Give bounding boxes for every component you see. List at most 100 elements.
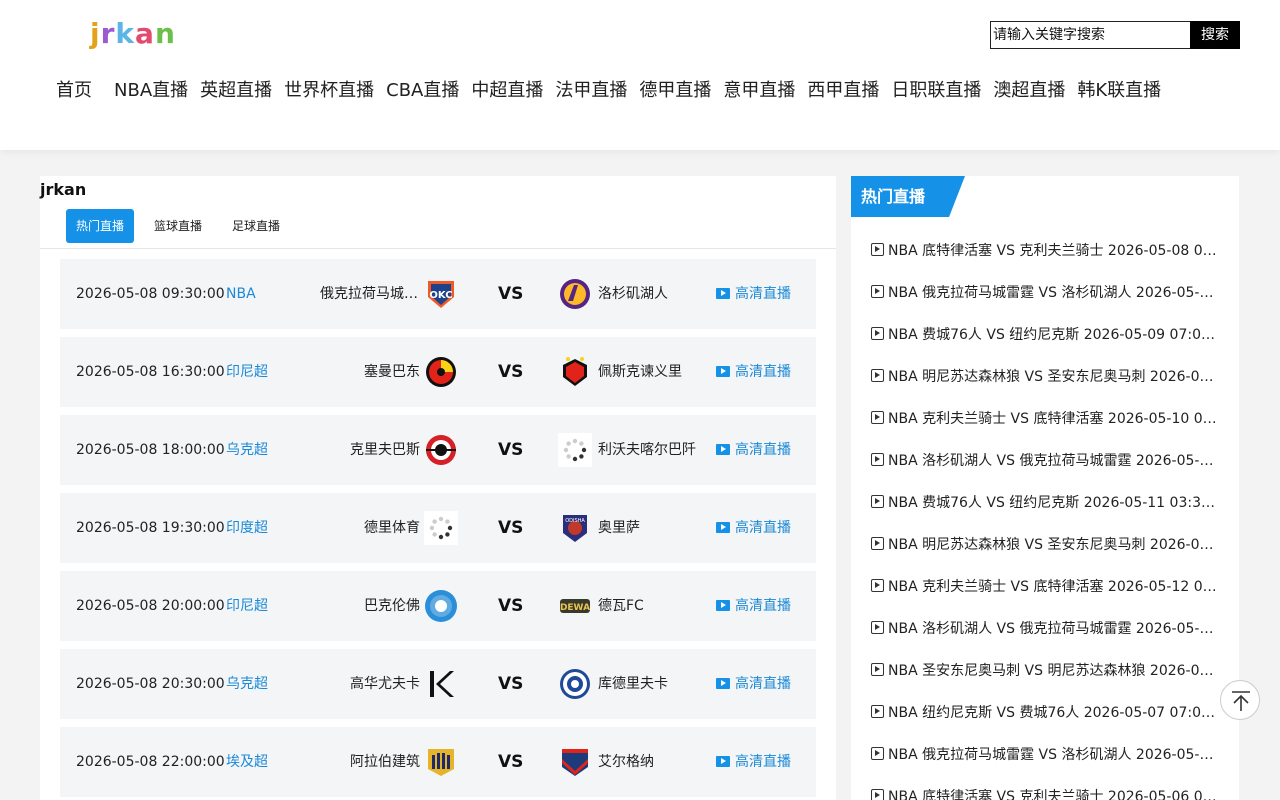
tab-1[interactable]: 篮球直播 (144, 209, 212, 243)
home-team-logo (424, 511, 458, 545)
sidebar-live-item[interactable]: NBA 洛杉矶湖人 VS 俄克拉荷马城雷霆 2026-05-10 08:30:0… (871, 451, 1221, 471)
panel-title: jrkan (40, 180, 87, 199)
hd-live-link[interactable]: 高清直播 (716, 571, 791, 641)
home-team-name: 克里夫巴斯 (350, 442, 420, 458)
away-team-logo (558, 433, 592, 467)
sidebar-item-label: NBA 克利夫兰骑士 VS 底特律活塞 2026-05-12 08:00:00 (888, 579, 1221, 595)
sidebar-live-item[interactable]: NBA 洛杉矶湖人 VS 俄克拉荷马城雷霆 2026-05-12 10:30:0… (871, 619, 1221, 639)
sidebar-item-label: NBA 费城76人 VS 纽约尼克斯 2026-05-11 03:30:00 (888, 495, 1221, 511)
sidebar-live-item[interactable]: NBA 费城76人 VS 纽约尼克斯 2026-05-09 07:00:00 (871, 325, 1221, 345)
play-icon (871, 285, 884, 298)
away-team-logo (558, 277, 592, 311)
sidebar-live-item[interactable]: NBA 纽约尼克斯 VS 费城76人 2026-05-07 07:00:00 (871, 703, 1221, 723)
match-row[interactable]: 2026-05-08 18:00:00 乌克超 克里夫巴斯 VS 利沃夫喀尔巴阡 高清直播 (60, 415, 816, 485)
match-league-link[interactable]: 印尼超 (226, 571, 268, 641)
sidebar-item-label: NBA 俄克拉荷马城雷霆 VS 洛杉矶湖人 2026-05-08 09:30:0… (888, 285, 1221, 301)
match-league-link[interactable]: 印度超 (226, 493, 268, 563)
vs-label: VS (498, 752, 524, 772)
sidebar-item-label: NBA 明尼苏达森林狼 VS 圣安东尼奥马刺 2026-05-09 09:30:… (888, 369, 1221, 385)
tab-0[interactable]: 热门直播 (66, 209, 135, 243)
away-team-name: 德瓦FC (598, 598, 644, 614)
nav-item-11[interactable]: 澳超直播 (993, 78, 1065, 104)
home-team-logo (424, 745, 458, 779)
match-list-panel: jrkan 热门直播 篮球直播 足球直播 2026-05-08 09:30:00 NB… (40, 176, 836, 800)
sidebar-live-item[interactable]: NBA 俄克拉荷马城雷霆 VS 洛杉矶湖人 2026-05-08 09:30:0… (871, 283, 1221, 303)
match-league-link[interactable]: 印尼超 (226, 337, 268, 407)
match-league-link[interactable]: 乌克超 (226, 649, 268, 719)
home-team-logo (424, 355, 458, 389)
nav-item-7[interactable]: 德甲直播 (639, 78, 711, 104)
search-input[interactable]: 请输入关键字搜索 (990, 21, 1190, 49)
away-team-name: 佩斯克谏义里 (598, 364, 682, 380)
sidebar-header: 热门直播 (851, 176, 965, 217)
away-team-name: 奥里萨 (598, 520, 640, 536)
sidebar-live-item[interactable]: NBA 俄克拉荷马城雷霆 VS 洛杉矶湖人 2026-05-06 09:30:0… (871, 745, 1221, 765)
hd-live-link[interactable]: 高清直播 (716, 493, 791, 563)
match-league-link[interactable]: NBA (226, 259, 256, 329)
away-team-logo: DEWA (558, 589, 592, 623)
play-icon (871, 243, 884, 256)
hd-live-link[interactable]: 高清直播 (716, 337, 791, 407)
search-button[interactable]: 搜索 (1190, 21, 1240, 49)
nav-item-6[interactable]: 法甲直播 (555, 78, 627, 104)
sidebar-live-item[interactable]: NBA 费城76人 VS 纽约尼克斯 2026-05-11 03:30:00 (871, 493, 1221, 513)
hd-live-link[interactable]: 高清直播 (716, 727, 791, 797)
vs-label: VS (498, 596, 524, 616)
nav-item-0[interactable]: 首页 (56, 78, 92, 104)
play-icon (716, 678, 730, 689)
sidebar-live-item[interactable]: NBA 克利夫兰骑士 VS 底特律活塞 2026-05-10 03:00:00 (871, 409, 1221, 429)
hd-live-label: 高清直播 (735, 754, 791, 770)
match-row[interactable]: 2026-05-08 16:30:00 印尼超 塞曼巴东 VS 佩斯克谏义里 高清直播 (60, 337, 816, 407)
svg-text:OKC: OKC (429, 290, 452, 301)
nav-item-4[interactable]: CBA直播 (386, 78, 459, 104)
vs-label: VS (498, 674, 524, 694)
hd-live-link[interactable]: 高清直播 (716, 649, 791, 719)
sidebar-live-item[interactable]: NBA 克利夫兰骑士 VS 底特律活塞 2026-05-12 08:00:00 (871, 577, 1221, 597)
play-icon (716, 366, 730, 377)
match-row[interactable]: 2026-05-08 20:30:00 乌克超 高华尤夫卡 VS 库德里夫卡 高清直播 (60, 649, 816, 719)
hd-live-link[interactable]: 高清直播 (716, 259, 791, 329)
home-team-logo (424, 589, 458, 623)
sidebar-live-item[interactable]: NBA 明尼苏达森林狼 VS 圣安东尼奥马刺 2026-05-11 09:00:… (871, 535, 1221, 555)
match-row[interactable]: 2026-05-08 19:30:00 印度超 德里体育 VS ODISHA 奥里萨 高清直… (60, 493, 816, 563)
site-logo[interactable]: jrkan (90, 18, 176, 50)
play-icon (871, 705, 884, 718)
nav-item-12[interactable]: 韩K联直播 (1077, 78, 1161, 104)
play-icon (871, 621, 884, 634)
match-row[interactable]: 2026-05-08 20:00:00 印尼超 巴克伦佛 VS DEWA 德瓦FC 高清直播 (60, 571, 816, 641)
match-league-link[interactable]: 乌克超 (226, 415, 268, 485)
nav-item-3[interactable]: 世界杯直播 (284, 78, 374, 104)
svg-text:DEWA: DEWA (560, 603, 590, 613)
sidebar-live-item[interactable]: NBA 明尼苏达森林狼 VS 圣安东尼奥马刺 2026-05-09 09:30:… (871, 367, 1221, 387)
match-row[interactable]: 2026-05-08 22:00:00 埃及超 阿拉伯建筑 VS 艾尔格纳 高清直播 (60, 727, 816, 797)
match-league-link[interactable]: 埃及超 (226, 727, 268, 797)
nav-item-9[interactable]: 西甲直播 (807, 78, 879, 104)
nav-item-1[interactable]: NBA直播 (114, 78, 188, 104)
match-time: 2026-05-08 19:30:00 (76, 520, 225, 536)
sidebar-live-item[interactable]: NBA 圣安东尼奥马刺 VS 明尼苏达森林狼 2026-05-13 09:30:… (871, 661, 1221, 681)
match-time: 2026-05-08 20:30:00 (76, 676, 225, 692)
hd-live-label: 高清直播 (735, 286, 791, 302)
nav-item-2[interactable]: 英超直播 (200, 78, 272, 104)
sidebar-item-label: NBA 底特律活塞 VS 克利夫兰骑士 2026-05-06 07:00:00 (888, 789, 1221, 800)
nav-item-10[interactable]: 日职联直播 (891, 78, 981, 104)
match-row[interactable]: 2026-05-08 09:30:00NBA 俄克拉荷马城雷霆 OKC VS 洛杉矶湖人… (60, 259, 816, 329)
hot-live-sidebar: 热门直播 NBA 底特律活塞 VS 克利夫兰骑士 2026-05-08 07:0… (851, 176, 1239, 800)
tab-2[interactable]: 足球直播 (222, 209, 290, 243)
away-team-logo (558, 667, 592, 701)
sidebar-live-item[interactable]: NBA 底特律活塞 VS 克利夫兰骑士 2026-05-08 07:00:00 (871, 241, 1221, 261)
nav-item-5[interactable]: 中超直播 (471, 78, 543, 104)
play-icon (716, 522, 730, 533)
back-to-top-button[interactable] (1220, 680, 1260, 720)
home-team-logo (424, 433, 458, 467)
hd-live-label: 高清直播 (735, 364, 791, 380)
play-icon (716, 756, 730, 767)
sidebar-title: 热门直播 (861, 187, 926, 206)
nav-item-8[interactable]: 意甲直播 (723, 78, 795, 104)
match-time: 2026-05-08 20:00:00 (76, 598, 225, 614)
sidebar-item-label: NBA 底特律活塞 VS 克利夫兰骑士 2026-05-08 07:00:00 (888, 243, 1221, 259)
home-team-name: 塞曼巴东 (364, 364, 420, 380)
search-bar: 请输入关键字搜索 搜索 (990, 21, 1240, 49)
sidebar-live-item[interactable]: NBA 底特律活塞 VS 克利夫兰骑士 2026-05-06 07:00:00 (871, 787, 1221, 800)
hd-live-link[interactable]: 高清直播 (716, 415, 791, 485)
